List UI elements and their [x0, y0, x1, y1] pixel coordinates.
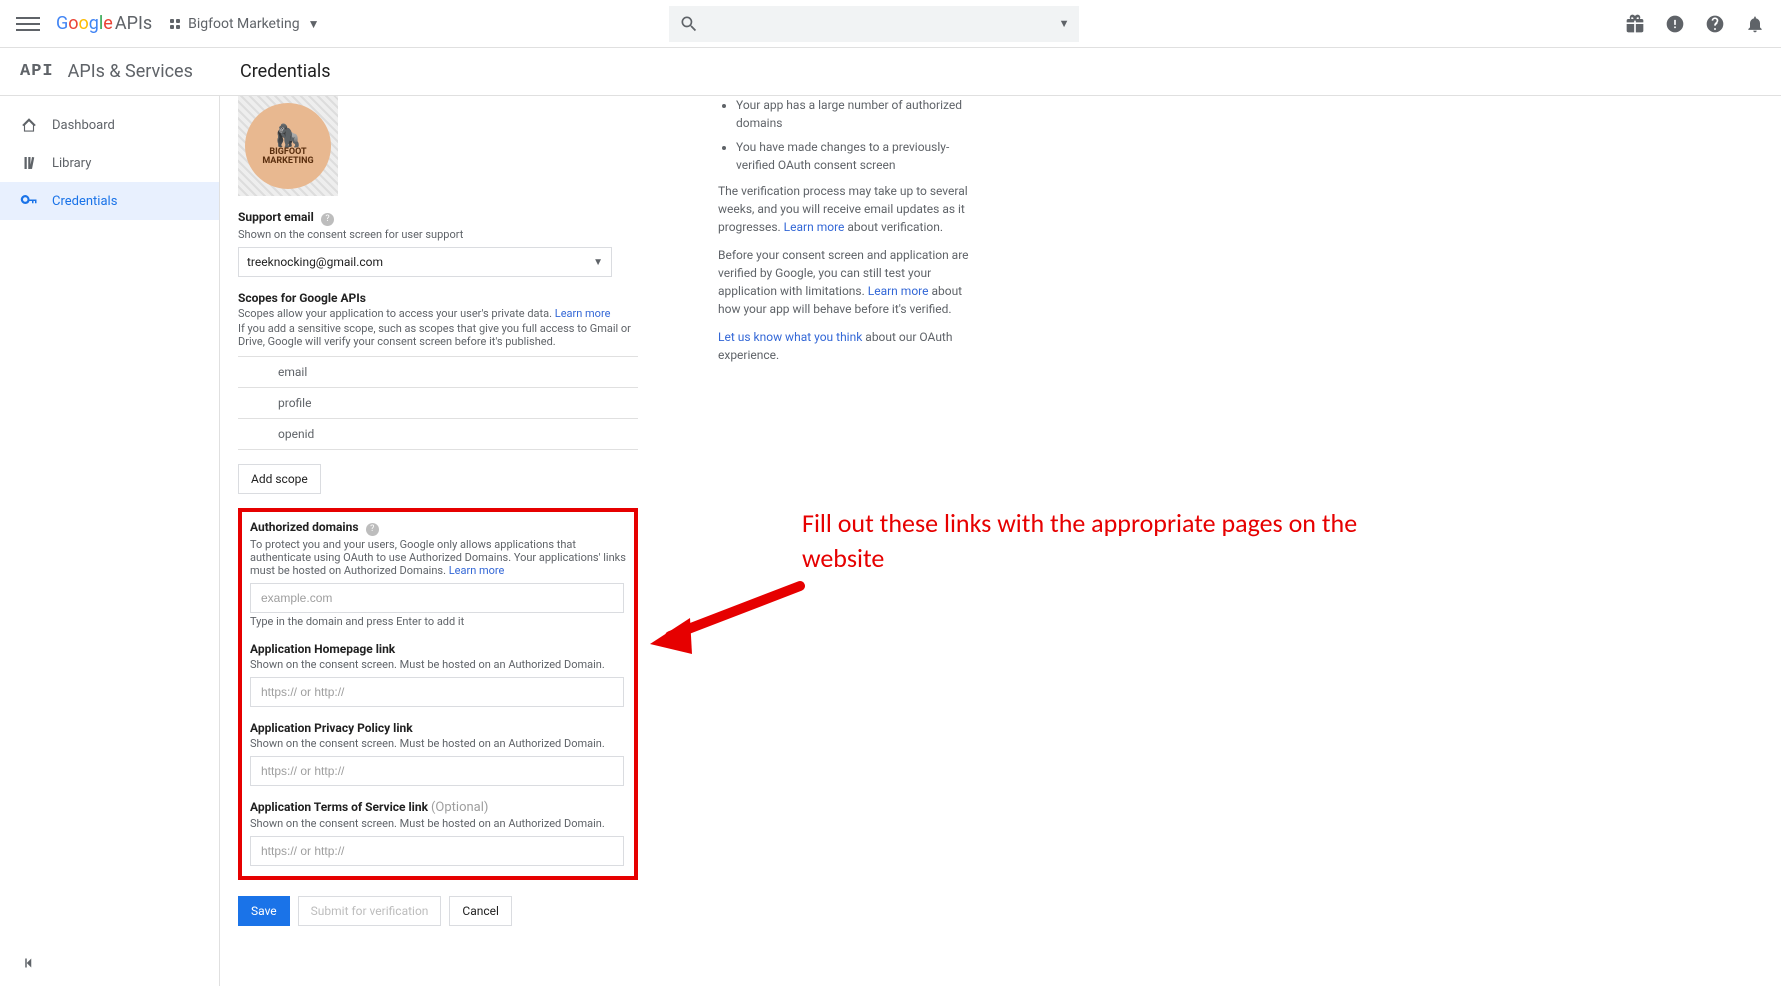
- scopes-label: Scopes for Google APIs: [238, 291, 638, 305]
- scope-row[interactable]: email: [238, 357, 638, 388]
- scopes-sub1: Scopes allow your application to access …: [238, 307, 638, 320]
- gift-icon[interactable]: [1625, 14, 1645, 34]
- help-icon[interactable]: ?: [366, 523, 379, 536]
- save-button[interactable]: Save: [238, 896, 290, 926]
- tos-link-label: Application Terms of Service link: [250, 800, 431, 814]
- scopes-learn-link[interactable]: Learn more: [555, 307, 611, 320]
- auth-domains-sub: To protect you and your users, Google on…: [250, 538, 626, 577]
- dashboard-icon: [20, 116, 38, 134]
- collapse-sidebar[interactable]: [20, 954, 38, 976]
- support-email-value: treeknocking@gmail.com: [247, 255, 383, 269]
- tos-link-input[interactable]: [250, 836, 624, 866]
- search-dropdown-icon[interactable]: ▼: [1059, 17, 1070, 30]
- homepage-link-label: Application Homepage link: [250, 642, 626, 656]
- project-picker[interactable]: Bigfoot Marketing ▼: [170, 16, 319, 32]
- auth-domains-input[interactable]: [250, 583, 624, 613]
- search-icon: [679, 14, 699, 34]
- app-logo-preview: 🦍BIGFOOTMARKETING: [238, 96, 338, 196]
- api-badge: API: [20, 62, 54, 81]
- privacy-link-input[interactable]: [250, 756, 624, 786]
- sidebar-item-library[interactable]: Library: [0, 144, 219, 182]
- key-icon: [20, 192, 38, 210]
- tos-link-sub: Shown on the consent screen. Must be hos…: [250, 817, 626, 830]
- scope-list: email profile openid: [238, 356, 638, 450]
- auth-domains-label: Authorized domains: [250, 520, 359, 534]
- cancel-button[interactable]: Cancel: [449, 896, 512, 926]
- library-icon: [20, 154, 38, 172]
- scope-row[interactable]: openid: [238, 419, 638, 450]
- privacy-link-sub: Shown on the consent screen. Must be hos…: [250, 737, 626, 750]
- chevron-down-icon: ▼: [593, 257, 603, 268]
- support-email-select[interactable]: treeknocking@gmail.com ▼: [238, 247, 612, 277]
- annotation-highlight-box: Authorized domains ? To protect you and …: [238, 508, 638, 880]
- help-icon[interactable]: [1705, 14, 1725, 34]
- sidebar-item-label: Credentials: [52, 194, 117, 209]
- help-icon[interactable]: ?: [321, 213, 334, 226]
- section-name: APIs & Services: [68, 61, 193, 82]
- sidebar-item-dashboard[interactable]: Dashboard: [0, 106, 219, 144]
- add-scope-button[interactable]: Add scope: [238, 464, 321, 494]
- chevron-left-icon: [20, 954, 38, 972]
- sidebar: Dashboard Library Credentials: [0, 96, 220, 986]
- submit-verification-button[interactable]: Submit for verification: [298, 896, 442, 926]
- bell-icon[interactable]: [1745, 14, 1765, 34]
- search-box[interactable]: ▼: [669, 6, 1079, 42]
- gcp-logo: Google APIs: [56, 13, 152, 34]
- sidebar-item-label: Dashboard: [52, 118, 115, 133]
- sidebar-item-label: Library: [52, 156, 91, 171]
- caret-down-icon: ▼: [308, 17, 320, 31]
- auth-domains-learn-link[interactable]: Learn more: [449, 564, 505, 577]
- feedback-link[interactable]: Let us know what you think: [718, 330, 862, 344]
- annotation-text: Fill out these links with the appropriat…: [802, 506, 1422, 576]
- info-bullet: Your app has a large number of authorize…: [736, 96, 978, 132]
- hamburger-menu[interactable]: [16, 12, 40, 36]
- scopes-sub2: If you add a sensitive scope, such as sc…: [238, 322, 638, 348]
- page-title: Credentials: [240, 61, 331, 82]
- tos-optional: (Optional): [431, 800, 488, 815]
- sidebar-item-credentials[interactable]: Credentials: [0, 182, 219, 220]
- info-bullet: You have made changes to a previously-ve…: [736, 138, 978, 174]
- privacy-link-label: Application Privacy Policy link: [250, 721, 626, 735]
- homepage-link-sub: Shown on the consent screen. Must be hos…: [250, 658, 626, 671]
- limitations-learn-link[interactable]: Learn more: [868, 284, 929, 298]
- homepage-link-input[interactable]: [250, 677, 624, 707]
- auth-domains-hint: Type in the domain and press Enter to ad…: [250, 615, 626, 628]
- verification-learn-link[interactable]: Learn more: [784, 220, 845, 234]
- project-name: Bigfoot Marketing: [188, 16, 299, 32]
- support-email-label: Support email: [238, 210, 314, 224]
- alert-icon[interactable]: [1665, 14, 1685, 34]
- scope-row[interactable]: profile: [238, 388, 638, 419]
- annotation-arrow-icon: [640, 576, 810, 656]
- support-email-sub: Shown on the consent screen for user sup…: [238, 228, 638, 241]
